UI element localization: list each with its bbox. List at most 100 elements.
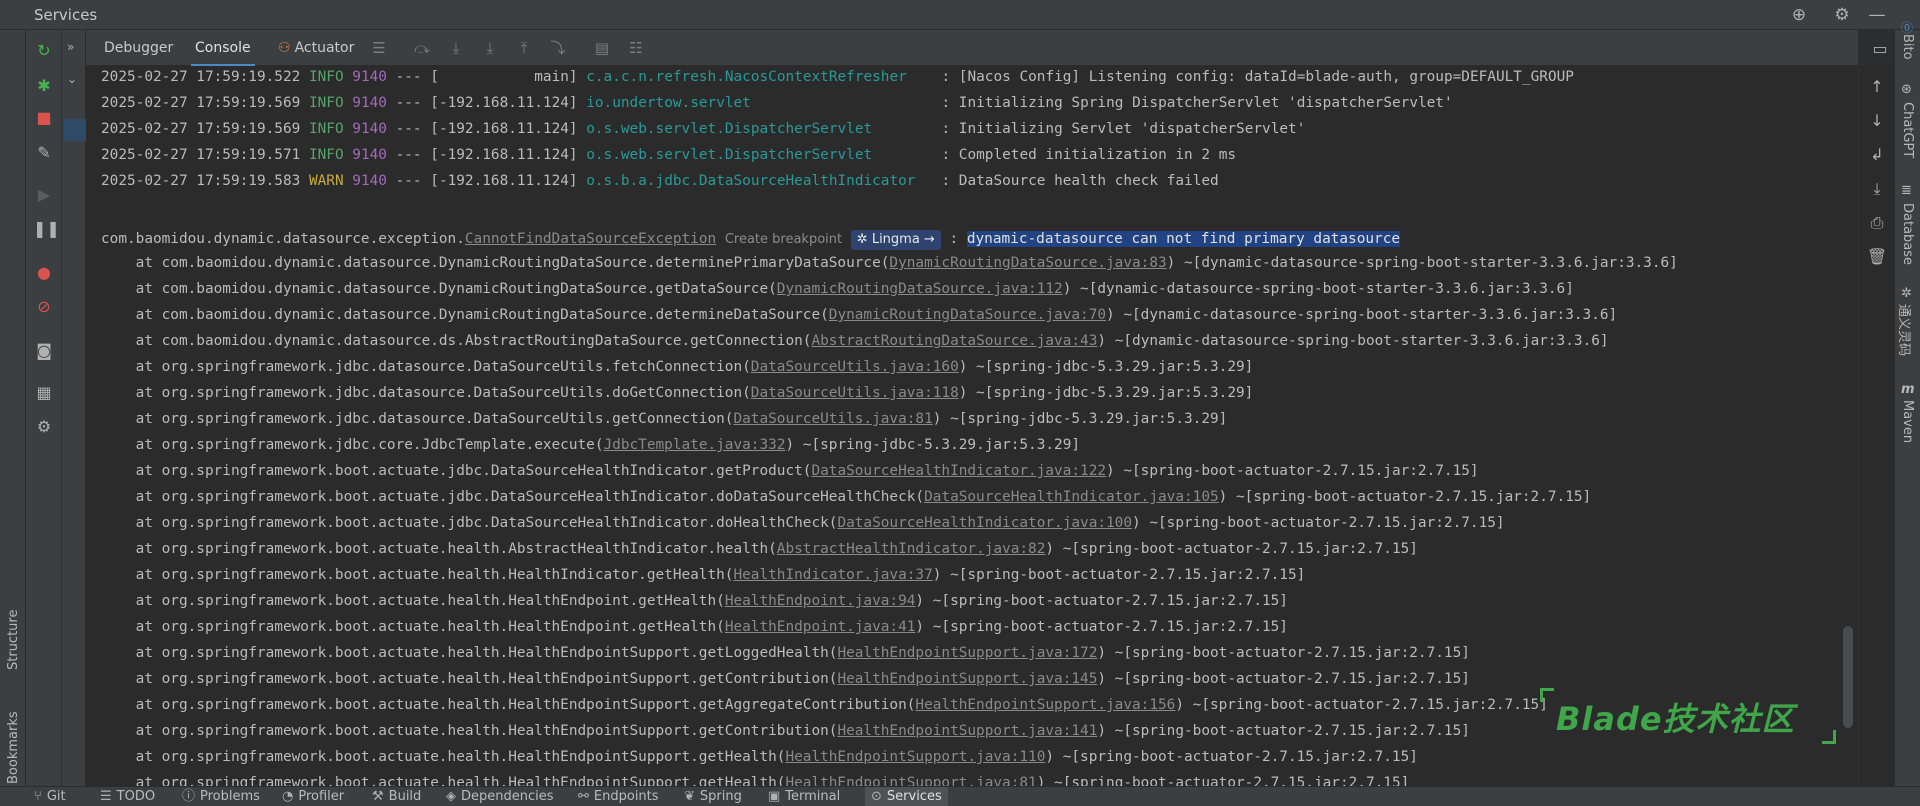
stack-source-link[interactable]: HealthEndpointSupport.java:145	[837, 671, 1097, 687]
force-step-into-icon[interactable]: ⤓	[480, 39, 500, 57]
stack-method: at org.springframework.jdbc.datasource.D…	[101, 359, 751, 375]
stack-frame: at org.springframework.jdbc.datasource.D…	[101, 380, 1254, 406]
layout-icon[interactable]: ▦	[33, 382, 55, 404]
statusbar-item-dependencies[interactable]: ◈ Dependencies	[446, 787, 554, 806]
stack-source-link[interactable]: JdbcTemplate.java:332	[604, 437, 786, 453]
stack-source-link[interactable]: DataSourceHealthIndicator.java:100	[837, 515, 1132, 531]
statusbar-label: Build	[388, 789, 422, 804]
stack-source-link[interactable]: DataSourceUtils.java:118	[751, 385, 959, 401]
stack-source-link[interactable]: DataSourceHealthIndicator.java:105	[924, 489, 1219, 505]
statusbar-item-endpoints[interactable]: ⚯ Endpoints	[578, 787, 659, 806]
globe-icon[interactable]: ⊕	[1788, 4, 1810, 26]
stack-method: at org.springframework.jdbc.core.JdbcTem…	[101, 437, 604, 453]
lingma-button[interactable]: ✲ Lingma →	[850, 230, 941, 250]
chevron-down-icon[interactable]: ⌄	[67, 72, 77, 86]
stack-source-link[interactable]: HealthEndpointSupport.java:141	[837, 723, 1097, 739]
statusbar-item-profiler[interactable]: ◔ Profiler	[282, 787, 344, 806]
mute-breakpoints-icon[interactable]: ⊘	[33, 296, 55, 318]
tab-console[interactable]: Console	[191, 30, 255, 66]
down-arrow-icon[interactable]: ↓	[1866, 110, 1888, 132]
menu-icon[interactable]: ☰	[369, 39, 389, 57]
run-to-cursor-icon[interactable]: ⤵	[548, 39, 568, 57]
stack-jar: ) ~[spring-boot-actuator-2.7.15.jar:2.7.…	[915, 619, 1288, 635]
stack-source-link[interactable]: HealthEndpointSupport.java:172	[837, 645, 1097, 661]
structure-tab[interactable]: Structure	[2, 590, 24, 690]
console-scrollbar[interactable]	[1843, 626, 1853, 728]
stack-source-link[interactable]: HealthIndicator.java:37	[733, 567, 932, 583]
statusbar-item-terminal[interactable]: ▣ Terminal	[768, 787, 840, 806]
stack-jar: ) ~[spring-jdbc-5.3.29.jar:5.3.29]	[932, 411, 1228, 427]
camera-icon[interactable]: ◙	[33, 340, 55, 362]
stack-method: at org.springframework.boot.actuate.heal…	[101, 593, 725, 609]
stack-source-link[interactable]: HealthEndpoint.java:94	[725, 593, 916, 609]
statusbar-item-services[interactable]: ⊙ Services	[865, 787, 948, 806]
stack-source-link[interactable]: DynamicRoutingDataSource.java:70	[829, 307, 1106, 323]
evaluate-icon[interactable]: ▤	[592, 39, 612, 57]
services-icon: ⊙	[871, 789, 882, 804]
minimize-icon[interactable]: —	[1866, 4, 1888, 26]
log-pid: 9140	[352, 69, 387, 85]
statusbar-item-build[interactable]: ⚒ Build	[372, 787, 421, 806]
stack-source-link[interactable]: HealthEndpointSupport.java:156	[915, 697, 1175, 713]
print-icon[interactable]: ⎙	[1866, 212, 1888, 234]
step-into-icon[interactable]: ⤓	[446, 39, 466, 57]
build-icon: ⚒	[372, 789, 384, 804]
stack-source-link[interactable]: HealthEndpointSupport.java:110	[785, 749, 1045, 765]
resume-icon[interactable]: ▶	[33, 184, 55, 206]
stop-icon[interactable]: ■	[33, 107, 55, 129]
scroll-to-end-icon[interactable]: ⤓	[1866, 178, 1888, 200]
stack-source-link[interactable]: DataSourceUtils.java:81	[733, 411, 932, 427]
stack-jar: ) ~[spring-boot-actuator-2.7.15.jar:2.7.…	[1218, 489, 1592, 505]
stack-source-link[interactable]: HealthEndpoint.java:41	[725, 619, 916, 635]
stack-method: at org.springframework.jdbc.datasource.D…	[101, 385, 751, 401]
chatgpt-icon: ⊛	[1901, 82, 1912, 97]
trace-icon[interactable]: ☷	[626, 39, 646, 57]
expand-icon[interactable]: »	[67, 40, 74, 54]
debug-icon[interactable]: ✱	[33, 75, 55, 97]
trash-icon[interactable]: 🗑	[1866, 246, 1888, 268]
selected-service[interactable]	[64, 119, 86, 141]
stack-source-link[interactable]: DynamicRoutingDataSource.java:112	[777, 281, 1063, 297]
step-out-icon[interactable]: ⤒	[514, 39, 534, 57]
stack-method: at org.springframework.boot.actuate.heal…	[101, 775, 786, 786]
step-over-icon[interactable]: ⤼	[412, 39, 432, 57]
stack-method: at com.baomidou.dynamic.datasource.ds.Ab…	[101, 333, 812, 349]
stack-source-link[interactable]: HealthEndpointSupport.java:81	[785, 775, 1036, 786]
statusbar-item-todo[interactable]: ☰ TODO	[100, 787, 155, 806]
breakpoints-icon[interactable]: ●	[33, 262, 55, 284]
log-line: 2025-02-27 17:59:19.522 INFO 9140 --- [ …	[101, 66, 1574, 90]
gear-icon[interactable]: ⚙	[1831, 4, 1853, 26]
statusbar-item-git[interactable]: ⑂ Git	[34, 787, 66, 806]
wrench-icon[interactable]: ✎	[33, 142, 55, 164]
stack-jar: ) ~[spring-jdbc-5.3.29.jar:5.3.29]	[958, 385, 1254, 401]
stack-source-link[interactable]: DataSourceHealthIndicator.java:122	[811, 463, 1106, 479]
statusbar-item-spring[interactable]: ❦ Spring	[684, 787, 742, 806]
stack-frame: at com.baomidou.dynamic.datasource.Dynam…	[101, 276, 1574, 302]
panel-icon[interactable]: ▭	[1869, 38, 1891, 60]
statusbar-item-problems[interactable]: ⓘ Problems	[182, 787, 260, 806]
tab-debugger[interactable]: Debugger	[100, 30, 177, 66]
statusbar-label: Dependencies	[461, 789, 554, 804]
up-arrow-icon[interactable]: ↑	[1866, 76, 1888, 98]
stack-jar: ) ~[dynamic-datasource-spring-boot-start…	[1062, 281, 1574, 297]
stack-source-link[interactable]: DynamicRoutingDataSource.java:83	[889, 255, 1166, 271]
stack-source-link[interactable]: DataSourceUtils.java:160	[751, 359, 959, 375]
stack-source-link[interactable]: AbstractHealthIndicator.java:82	[777, 541, 1046, 557]
stack-frame: at org.springframework.boot.actuate.heal…	[101, 718, 1470, 744]
todo-icon: ☰	[100, 789, 112, 804]
settings-icon[interactable]: ⚙	[33, 416, 55, 438]
stack-source-link[interactable]: AbstractRoutingDataSource.java:43	[811, 333, 1097, 349]
create-breakpoint-link[interactable]: Create breakpoint	[725, 232, 842, 247]
tab-actuator[interactable]: ⚇ Actuator	[274, 30, 358, 66]
debug-tabs: Debugger Console ⚇ Actuator ☰ ⤼ ⤓ ⤓ ⤒ ⤵ ▤…	[86, 30, 1858, 66]
rerun-icon[interactable]: ↻	[33, 40, 55, 62]
stack-frame: at org.springframework.boot.actuate.heal…	[101, 770, 1410, 786]
dependencies-icon: ◈	[446, 789, 456, 804]
spring-icon: ❦	[684, 789, 695, 804]
bookmarks-tab[interactable]: Bookmarks	[2, 690, 24, 790]
exception-class-link[interactable]: CannotFindDataSourceException	[465, 231, 716, 247]
console-output[interactable]: 2025-02-27 17:59:19.522 INFO 9140 --- [ …	[86, 66, 1858, 786]
soft-wrap-icon[interactable]: ↲	[1866, 144, 1888, 166]
pause-icon[interactable]: ❚❚	[33, 218, 60, 240]
stack-jar: ) ~[spring-boot-actuator-2.7.15.jar:2.7.…	[1132, 515, 1505, 531]
